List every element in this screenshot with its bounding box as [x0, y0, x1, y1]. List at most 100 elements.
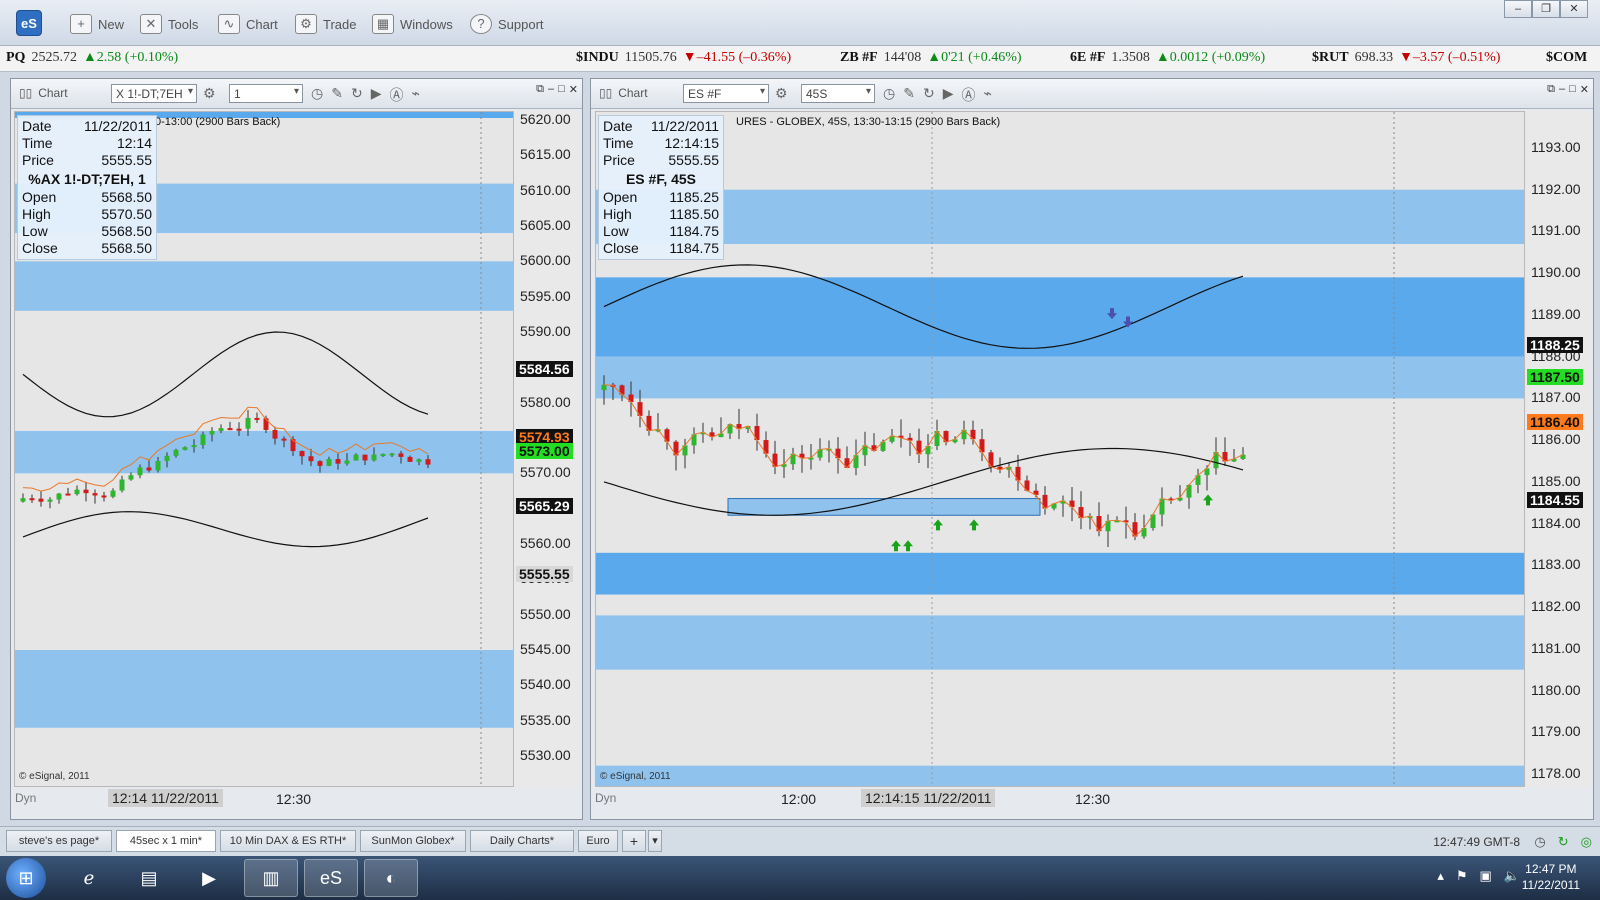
ticker-item-rut[interactable]: $RUT 698.33 ▼–3.57 (–0.51%) — [1312, 50, 1500, 66]
support-button[interactable]: ? Support — [470, 12, 544, 36]
add-tab-button[interactable]: + — [622, 830, 646, 852]
annotate-icon[interactable]: Ⓐ — [961, 85, 975, 105]
app-task-icon[interactable]: ◐ — [364, 859, 418, 897]
candle-body — [155, 460, 161, 471]
chart-window-icon: ▯▯ — [19, 86, 33, 100]
internet-explorer-icon[interactable]: ℯ — [62, 859, 116, 897]
price-chart-plot[interactable]: 0-13:00 (2900 Bars Back) Date 11/22/2011 … — [14, 111, 514, 787]
remote-desktop-icon[interactable]: ▥ — [244, 859, 298, 897]
windows-button[interactable]: ▦ Windows — [372, 12, 453, 36]
annotate-icon[interactable]: Ⓐ — [389, 85, 403, 105]
price-zone-band — [15, 430, 513, 474]
time-axis[interactable]: 12:14 11/22/2011 12:30 — [14, 787, 514, 811]
ticker-change: ▲0.0012 (+0.09%) — [1155, 50, 1266, 65]
interval-select[interactable]: 1 — [229, 84, 303, 103]
page-tab[interactable]: steve's es page* — [6, 830, 112, 852]
trade-button[interactable]: ⚙ Trade — [295, 12, 356, 36]
pop-out-icon[interactable]: ⧉ — [1547, 83, 1555, 96]
new-button[interactable]: + New — [70, 12, 124, 36]
esignal-logo[interactable]: eS — [16, 10, 42, 36]
price-tick-label: 1179.00 — [1531, 723, 1581, 740]
ticker-item-6e[interactable]: 6E #F 1.3508 ▲0.0012 (+0.09%) — [1070, 50, 1265, 66]
volume-icon[interactable]: 🔈 — [1504, 868, 1520, 884]
price-tick-label: 5540.00 — [520, 676, 571, 693]
maximize-icon[interactable]: □ — [1569, 83, 1576, 96]
price-tick-label: 5560.00 — [520, 535, 571, 551]
play-icon[interactable]: ▶ — [371, 85, 382, 105]
tab-menu-chevron-icon[interactable]: ▾ — [648, 830, 662, 852]
minimize-icon[interactable]: – — [1504, 0, 1532, 18]
network-icon[interactable]: ▣ — [1480, 868, 1492, 884]
clock-icon[interactable]: ◷ — [311, 85, 323, 105]
draw-icon[interactable]: ✎ — [903, 85, 915, 105]
flag-icon[interactable]: ⚑ — [1456, 868, 1468, 884]
price-chart-plot[interactable]: URES - GLOBEX, 45S, 13:30-13:15 (2900 Ba… — [595, 111, 1525, 787]
chart-window-icon: ▯▯ — [599, 86, 613, 100]
chart-button[interactable]: ∿ Chart — [218, 12, 278, 36]
page-tab[interactable]: Euro — [578, 830, 618, 852]
settings-icon[interactable]: ⚙ — [203, 85, 216, 102]
price-zone-band — [596, 356, 1524, 399]
minimize-icon[interactable]: – — [548, 83, 554, 96]
play-icon[interactable]: ▶ — [943, 85, 954, 105]
info-price: 5555.55 — [101, 152, 152, 168]
link-icon[interactable]: ⌁ — [983, 85, 991, 105]
candle-body — [128, 475, 134, 480]
taskbar-clock[interactable]: 12:47 PM 11/22/2011 — [1522, 861, 1580, 893]
time-axis[interactable]: 12:00 12:14:15 11/22/2011 12:30 — [595, 787, 1525, 811]
refresh-icon[interactable]: ↻ — [923, 85, 935, 105]
ticker-item-com[interactable]: $COM — [1546, 50, 1587, 66]
pop-out-icon[interactable]: ⧉ — [536, 83, 544, 96]
ticker-item-zb[interactable]: ZB #F 144'08 ▲0'21 (+0.46%) — [840, 50, 1022, 66]
settings-icon[interactable]: ⚙ — [775, 85, 788, 102]
symbol-select[interactable]: X 1!-DT;7EH — [111, 84, 197, 103]
clock-status-icon[interactable]: ◷ — [1534, 834, 1545, 850]
price-tick-label: 1192.00 — [1531, 180, 1581, 197]
info-label: Date — [22, 118, 52, 134]
draw-icon[interactable]: ✎ — [331, 85, 343, 105]
help-icon[interactable]: ◎ — [1581, 834, 1592, 850]
minimize-icon[interactable]: – — [1559, 83, 1565, 96]
price-axis[interactable]: 1193.00 1192.00 1191.00 1190.00 1189.00 1188.… — [1525, 111, 1591, 787]
ticker-item-pq[interactable]: PQ 2525.72 ▲2.58 (+0.10%) — [6, 50, 178, 66]
bollinger-upper-line — [22, 331, 429, 418]
media-player-icon[interactable]: ▶ — [182, 859, 236, 897]
ticker-item-indu[interactable]: $INDU 11505.76 ▼–41.55 (–0.36%) — [576, 50, 791, 66]
page-tab[interactable]: 10 Min DAX & ES RTH* — [220, 830, 356, 852]
page-tab[interactable]: Daily Charts* — [470, 830, 574, 852]
price-tick-label: 1189.00 — [1531, 305, 1581, 322]
ticker-price: 2525.72 — [31, 50, 77, 65]
refresh-icon[interactable]: ↻ — [351, 85, 363, 105]
info-high: 5570.50 — [101, 206, 152, 222]
chart-header: ▯▯ Chart ES #F ⚙ 45S ◷ ✎ ↻ ▶ Ⓐ ⌁ ⧉ – □ ✕ — [591, 79, 1593, 109]
candle-body — [83, 489, 89, 494]
show-hidden-icon[interactable]: ▴ — [1437, 868, 1444, 884]
esignal-task-icon[interactable]: eS — [304, 859, 358, 897]
ticker-change: ▲2.58 (+0.10%) — [82, 50, 179, 65]
close-icon[interactable]: ✕ — [1560, 0, 1588, 18]
page-tab-active[interactable]: 45sec x 1 min* — [116, 830, 216, 852]
chart-icon: ∿ — [218, 14, 240, 34]
ticker-symbol: ZB #F — [840, 50, 878, 65]
symbol-select[interactable]: ES #F — [683, 84, 769, 103]
restore-icon[interactable]: ❐ — [1532, 0, 1560, 18]
chart-title: URES - GLOBEX, 45S, 13:30-13:15 (2900 Ba… — [736, 116, 1001, 128]
close-icon[interactable]: ✕ — [1580, 83, 1589, 96]
ticker-symbol: $COM — [1546, 50, 1588, 65]
maximize-icon[interactable]: □ — [558, 83, 565, 96]
interval-select[interactable]: 45S — [801, 84, 875, 103]
price-tick-label: 1182.00 — [1531, 598, 1581, 615]
info-price: 5555.55 — [668, 152, 719, 168]
page-tab[interactable]: SunMon Globex* — [360, 830, 466, 852]
close-icon[interactable]: ✕ — [569, 83, 578, 96]
clock-icon[interactable]: ◷ — [883, 85, 895, 105]
connection-icon[interactable]: ↻ — [1558, 834, 1569, 850]
price-tick-label: 1191.00 — [1531, 222, 1581, 239]
price-axis[interactable]: 5620.00 5615.00 5610.00 5605.00 5600.00 5595.… — [514, 111, 580, 787]
time-tick-label: 12:00 — [781, 791, 817, 807]
link-icon[interactable]: ⌁ — [411, 85, 419, 105]
tools-button[interactable]: ✕ Tools — [140, 12, 198, 36]
file-explorer-icon[interactable]: ▤ — [122, 859, 176, 897]
candle-body — [20, 498, 26, 502]
start-button-icon[interactable]: ⊞ — [6, 858, 46, 898]
